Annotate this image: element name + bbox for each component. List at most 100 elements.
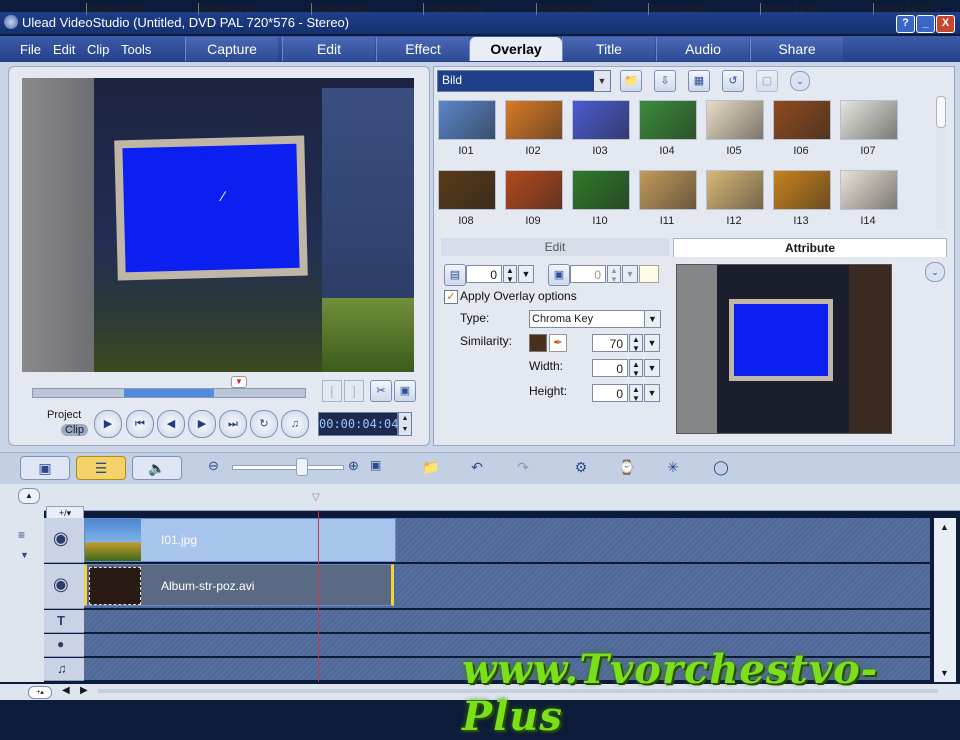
similarity-input[interactable]: 70 <box>592 334 628 352</box>
import-icon[interactable]: ⇩ <box>654 70 676 92</box>
home-icon[interactable]: ⏮ <box>126 410 154 438</box>
similarity-dropdown[interactable]: ▼ <box>644 334 660 352</box>
width-dropdown[interactable]: ▼ <box>644 359 660 377</box>
expand-library-icon[interactable]: ⌄ <box>790 71 810 91</box>
open-folder-icon[interactable]: 📁 <box>620 70 642 92</box>
type-select[interactable]: Chroma Key ▼ <box>529 310 661 328</box>
menu-clip[interactable]: Clip <box>87 42 109 57</box>
repeat-icon[interactable]: ↻ <box>250 410 278 438</box>
zoom-track-icon[interactable]: +▴ <box>28 686 52 699</box>
menu-edit[interactable]: Edit <box>53 42 75 57</box>
library-thumbnail[interactable] <box>572 170 630 210</box>
refresh-library-icon[interactable]: ↺ <box>722 70 744 92</box>
zoom-slider[interactable] <box>232 465 344 470</box>
timeline-ruler[interactable] <box>0 484 960 511</box>
close-button[interactable]: X <box>936 15 955 33</box>
timecode-spinner[interactable]: ▲ ▼ <box>398 412 412 436</box>
library-thumbnail[interactable] <box>572 100 630 140</box>
scroll-left-icon[interactable]: ◀ <box>62 685 70 696</box>
expand-options-icon[interactable]: ⌄ <box>925 262 945 282</box>
library-thumbnail[interactable] <box>639 100 697 140</box>
transparency-spinner[interactable]: ▲ ▼ <box>503 265 517 284</box>
zoom-out-icon[interactable]: ⊖ <box>208 458 219 474</box>
play-icon[interactable]: ▶ <box>94 410 122 438</box>
height-spinner[interactable]: ▲ ▼ <box>629 384 643 403</box>
library-thumbnail[interactable] <box>706 170 764 210</box>
library-thumbnail[interactable] <box>840 170 898 210</box>
fit-project-icon[interactable]: ▣ <box>370 458 381 472</box>
next-frame-icon[interactable]: ▶ <box>188 410 216 438</box>
height-dropdown[interactable]: ▼ <box>644 384 660 402</box>
clip-label[interactable]: Clip <box>61 424 88 436</box>
preview-window[interactable]: ∕ <box>22 78 414 372</box>
library-manager-icon[interactable]: ▦ <box>688 70 710 92</box>
width-spinner[interactable]: ▲ ▼ <box>629 359 643 378</box>
similarity-spinner[interactable]: ▲ ▼ <box>629 334 643 353</box>
tab-edit[interactable]: Edit <box>282 37 375 61</box>
video-clip[interactable]: I01.jpg <box>84 518 396 562</box>
border-dropdown[interactable]: ▼ <box>622 265 638 283</box>
redo-icon[interactable]: ↷ <box>510 456 536 478</box>
tab-overlay[interactable]: Overlay <box>469 37 562 61</box>
help-button[interactable]: ? <box>896 15 915 33</box>
previous-frame-icon[interactable]: ◀ <box>157 410 185 438</box>
library-thumbnail[interactable] <box>773 100 831 140</box>
track-manager-icon[interactable]: ≡ <box>18 528 25 542</box>
tab-share[interactable]: Share <box>750 37 843 61</box>
undo-icon[interactable]: ↶ <box>464 456 490 478</box>
menu-tools[interactable]: Tools <box>121 42 151 57</box>
height-input[interactable]: 0 <box>592 384 628 402</box>
timecode-display[interactable]: 00:00:04:04 <box>318 412 398 436</box>
mark-in-button[interactable]: [ <box>322 380 342 402</box>
zoom-in-icon[interactable]: ⊕ <box>348 458 359 474</box>
cut-clip-button[interactable]: ✂ <box>370 380 392 402</box>
border-spinner[interactable]: ▲ ▼ <box>607 265 621 284</box>
transparency-dropdown[interactable]: ▼ <box>518 265 534 283</box>
library-thumbnail[interactable] <box>840 100 898 140</box>
title-track[interactable] <box>84 610 930 632</box>
eyedropper-icon[interactable]: ✒ <box>549 334 567 352</box>
mark-out-button[interactable]: ] <box>344 380 364 402</box>
library-thumbnail[interactable] <box>773 170 831 210</box>
enlarge-preview-button[interactable]: ▣ <box>394 380 416 402</box>
library-scroll-thumb[interactable] <box>936 96 946 128</box>
transparency-input[interactable]: 0 <box>466 265 502 283</box>
zoom-slider-thumb[interactable] <box>296 458 308 476</box>
library-thumbnail[interactable] <box>639 170 697 210</box>
key-color-swatch[interactable] <box>529 334 547 352</box>
library-scrollbar[interactable] <box>936 96 946 230</box>
tab-capture[interactable]: Capture <box>185 37 278 61</box>
timeline-playhead-line[interactable] <box>318 510 319 682</box>
batch-convert-icon[interactable]: ⌚ <box>614 456 640 478</box>
apply-overlay-label[interactable]: Apply Overlay options <box>460 289 577 303</box>
menu-file[interactable]: File <box>20 42 41 57</box>
scroll-up-icon[interactable]: ▲ <box>940 522 949 532</box>
library-thumbnail[interactable] <box>438 100 496 140</box>
tab-audio[interactable]: Audio <box>656 37 749 61</box>
dv-to-dvd-icon[interactable]: ◯ <box>708 456 734 478</box>
playhead-marker[interactable]: ▼ <box>231 376 247 388</box>
insert-media-icon[interactable]: 📁 <box>418 456 444 478</box>
library-thumbnail[interactable] <box>505 100 563 140</box>
end-icon[interactable]: ⏭ <box>219 410 247 438</box>
track-collapse-icon[interactable]: ▲ <box>18 488 40 504</box>
tab-effect[interactable]: Effect <box>376 37 469 61</box>
library-thumbnail[interactable] <box>706 100 764 140</box>
audio-view-icon[interactable]: 🔈 <box>132 456 182 480</box>
tab-options-edit[interactable]: Edit <box>441 238 669 256</box>
width-input[interactable]: 0 <box>592 359 628 377</box>
tab-options-attribute[interactable]: Attribute <box>673 238 947 257</box>
scroll-right-icon[interactable]: ▶ <box>80 685 88 696</box>
apply-overlay-checkbox[interactable]: ✓ <box>444 290 458 304</box>
movie-wizard-icon[interactable]: ✳ <box>660 456 686 478</box>
library-thumbnail[interactable] <box>505 170 563 210</box>
volume-icon[interactable]: ♫ <box>281 410 309 438</box>
ruler-playhead[interactable]: ▽ <box>312 492 324 504</box>
library-category-dropdown[interactable]: Bild ▼ <box>437 70 611 92</box>
border-input[interactable]: 0 <box>570 265 606 283</box>
project-label[interactable]: Project <box>47 409 81 421</box>
library-thumbnail[interactable] <box>438 170 496 210</box>
track-expand-icon[interactable]: ▼ <box>20 550 29 560</box>
minimize-button[interactable]: _ <box>916 15 935 33</box>
library-options-icon[interactable]: ▢ <box>756 70 778 92</box>
